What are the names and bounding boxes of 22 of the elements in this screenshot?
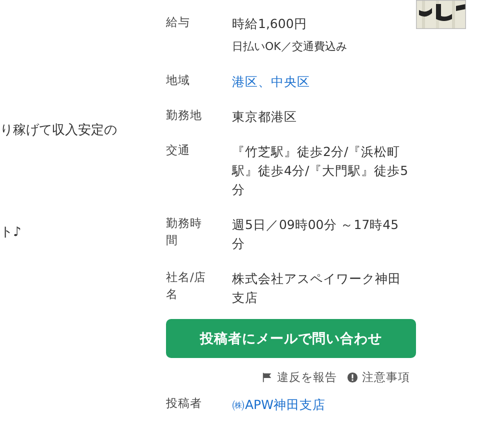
field-label: 投稿者 (166, 395, 203, 412)
flag-icon (262, 372, 273, 383)
field-value: 時給1,600円 (232, 15, 308, 33)
description-text: ト♪ (0, 224, 22, 242)
field-value: 東京都港区 (232, 108, 298, 126)
field-label: 交通 (166, 142, 191, 159)
area-link[interactable]: 港区、中央区 (232, 72, 310, 91)
exclamation-icon (347, 372, 358, 383)
field-value: 株式会社アスペイワーク神田支店 (232, 270, 402, 307)
report-link[interactable]: 違反を報告 (277, 370, 337, 385)
field-label: 給与 (166, 14, 191, 31)
field-note: 日払いOK／交通費込み (232, 39, 347, 55)
field-label: 勤務地 (166, 107, 203, 124)
field-value: 『竹芝駅』徒歩2分/『浜松町駅』徒歩4分/『大門駅』徒歩5分 (232, 143, 410, 199)
notice-link[interactable]: 注意事項 (362, 370, 410, 385)
field-value: 週5日／09時00分 ～17時45分 (232, 216, 400, 253)
poster-link[interactable]: ㈱APW神田支店 (232, 395, 326, 414)
field-label: 地域 (166, 72, 191, 89)
field-label: 社名/店名 (166, 269, 207, 303)
contact-button[interactable]: 投稿者にメールで問い合わせ (166, 319, 416, 358)
description-text: り稼げて収入安定の (0, 122, 118, 140)
field-label: 勤務時間 (166, 215, 203, 249)
